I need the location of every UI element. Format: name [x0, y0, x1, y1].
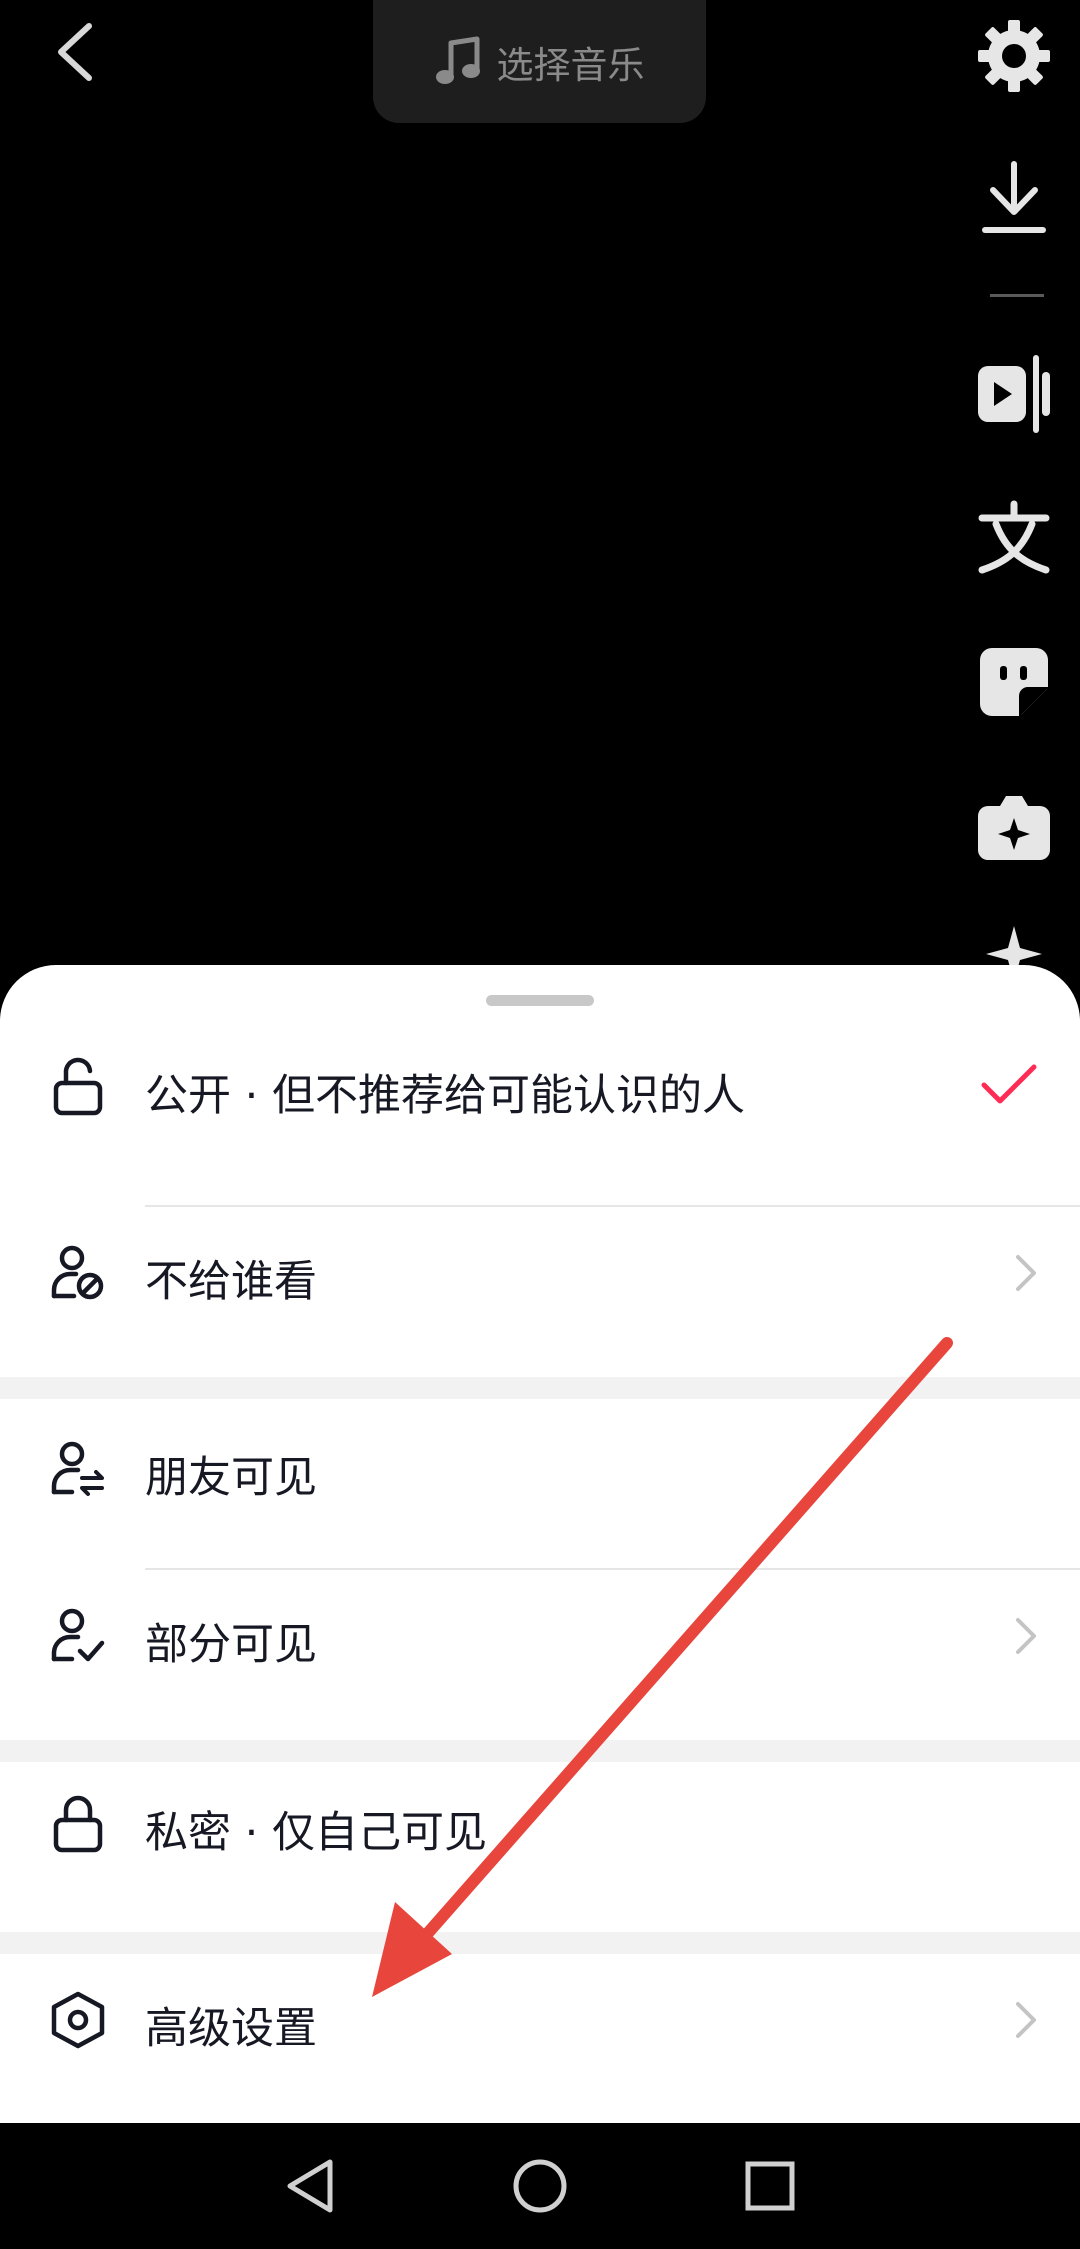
option-advanced-settings[interactable]: 高级设置: [0, 1954, 1080, 2099]
nav-home-button[interactable]: [505, 2151, 575, 2221]
download-icon: [982, 161, 1046, 233]
section-gap: [0, 1740, 1080, 1762]
user-block-icon: [48, 1243, 108, 1303]
option-label: 不给谁看: [145, 1257, 317, 1307]
sheet-drag-handle[interactable]: [486, 995, 594, 1006]
user-swap-icon: [48, 1439, 108, 1499]
option-hide-from[interactable]: 不给谁看: [0, 1207, 1080, 1342]
unlock-icon: [48, 1057, 108, 1117]
select-music-button[interactable]: 选择音乐: [373, 0, 706, 123]
lock-icon: [48, 1794, 108, 1854]
settings-tool[interactable]: [968, 10, 1060, 102]
chevron-left-icon: [58, 23, 92, 81]
system-nav-bar: [0, 2123, 1080, 2249]
chevron-right-icon: [1014, 1253, 1038, 1293]
circle-home-icon: [513, 2159, 567, 2213]
sticker-tool[interactable]: [968, 636, 1060, 728]
download-tool[interactable]: [968, 152, 1060, 244]
option-private[interactable]: 私密 · 仅自己可见: [0, 1762, 1080, 1897]
editor-toolbar: [950, 0, 1080, 982]
checkmark-icon: [980, 1063, 1038, 1107]
music-note-icon: [435, 36, 480, 84]
back-button[interactable]: [40, 12, 110, 92]
section-gap: [0, 1377, 1080, 1399]
clip-tool[interactable]: [968, 348, 1060, 440]
nav-back-button[interactable]: [275, 2151, 345, 2221]
option-label: 公开 · 但不推荐给可能认识的人: [145, 1071, 746, 1121]
effects-tool[interactable]: [968, 780, 1060, 872]
sticker-icon: [980, 648, 1048, 716]
user-check-icon: [48, 1606, 108, 1666]
select-music-label: 选择音乐: [496, 43, 645, 87]
option-public[interactable]: 公开 · 但不推荐给可能认识的人: [0, 1025, 1080, 1150]
triangle-back-icon: [287, 2159, 333, 2213]
square-recents-icon: [745, 2161, 795, 2211]
option-label: 部分可见: [145, 1620, 317, 1670]
section-gap: [0, 1932, 1080, 1954]
clip-play-icon: [978, 355, 1050, 433]
nav-recents-button[interactable]: [735, 2151, 805, 2221]
hexagon-settings-icon: [48, 1990, 108, 2050]
toolbar-divider: [990, 294, 1044, 297]
text-tool[interactable]: [968, 492, 1060, 584]
option-label: 朋友可见: [145, 1453, 317, 1503]
option-partial[interactable]: 部分可见: [0, 1570, 1080, 1705]
visibility-sheet: 公开 · 但不推荐给可能认识的人 不给谁看 朋友可见 部分可见 私密 · 仅自己…: [0, 965, 1080, 2123]
option-label: 私密 · 仅自己可见: [145, 1808, 488, 1858]
camera-sparkle-icon: [978, 796, 1050, 860]
chevron-right-icon: [1014, 2000, 1038, 2040]
option-label: 高级设置: [145, 2004, 317, 2054]
gear-icon: [978, 20, 1050, 92]
chevron-right-icon: [1014, 1616, 1038, 1656]
option-friends[interactable]: 朋友可见: [0, 1399, 1080, 1534]
text-icon: [978, 500, 1050, 574]
